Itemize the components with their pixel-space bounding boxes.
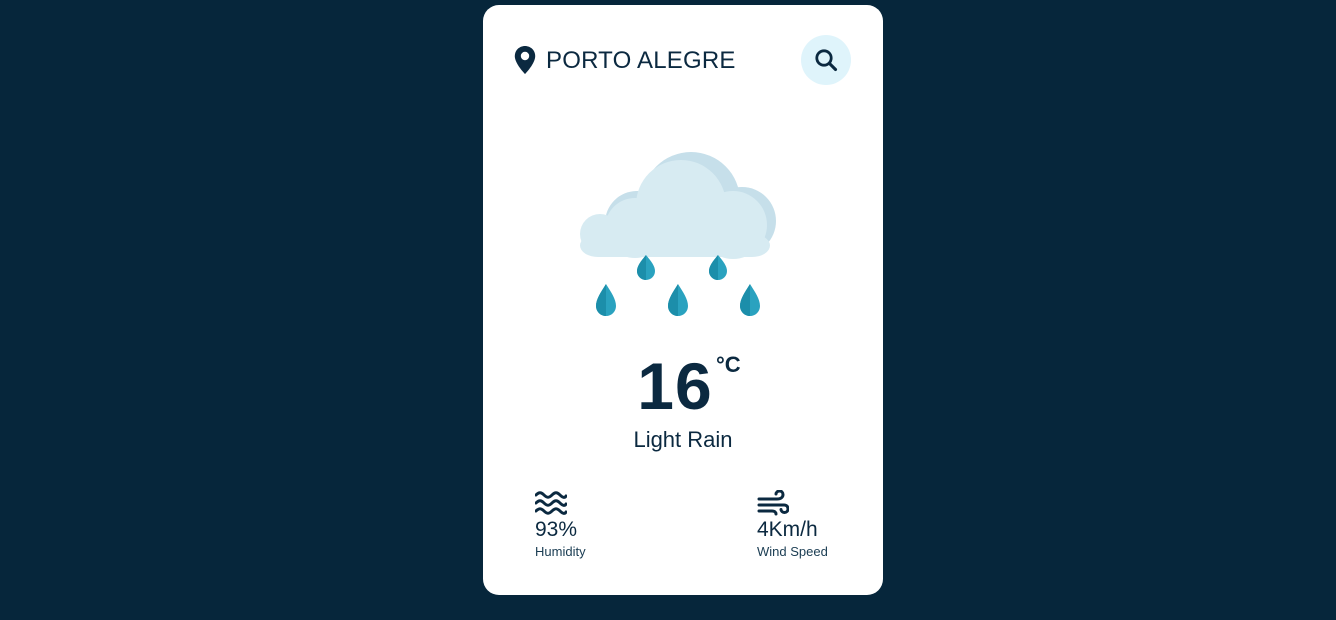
humidity-stat: 93% Humidity: [535, 490, 586, 559]
temperature-display: 16 °C: [483, 353, 883, 419]
humidity-value: 93%: [535, 518, 578, 541]
rain-cloud-icon: [578, 150, 788, 325]
page-background: PORTO ALEGRE 16 °C Light Rain 93% Humidi…: [0, 0, 1336, 620]
search-icon: [813, 47, 839, 73]
temperature-value: 16: [637, 349, 713, 423]
humidity-waves-icon: [535, 490, 586, 516]
location-pin-icon: [513, 45, 537, 75]
weather-card: PORTO ALEGRE 16 °C Light Rain 93% Humidi…: [483, 5, 883, 595]
wind-icon: [757, 490, 828, 516]
wind-speed-label: Wind Speed: [757, 544, 828, 559]
city-name: PORTO ALEGRE: [546, 47, 736, 74]
weather-description: Light Rain: [633, 427, 733, 452]
search-button[interactable]: [801, 35, 851, 85]
temperature-unit: °C: [716, 352, 741, 377]
wind-stat: 4Km/h Wind Speed: [757, 490, 828, 559]
humidity-label: Humidity: [535, 544, 586, 559]
wind-speed-value: 4Km/h: [757, 518, 818, 541]
card-header: PORTO ALEGRE: [513, 33, 853, 87]
location-display: PORTO ALEGRE: [513, 45, 736, 75]
